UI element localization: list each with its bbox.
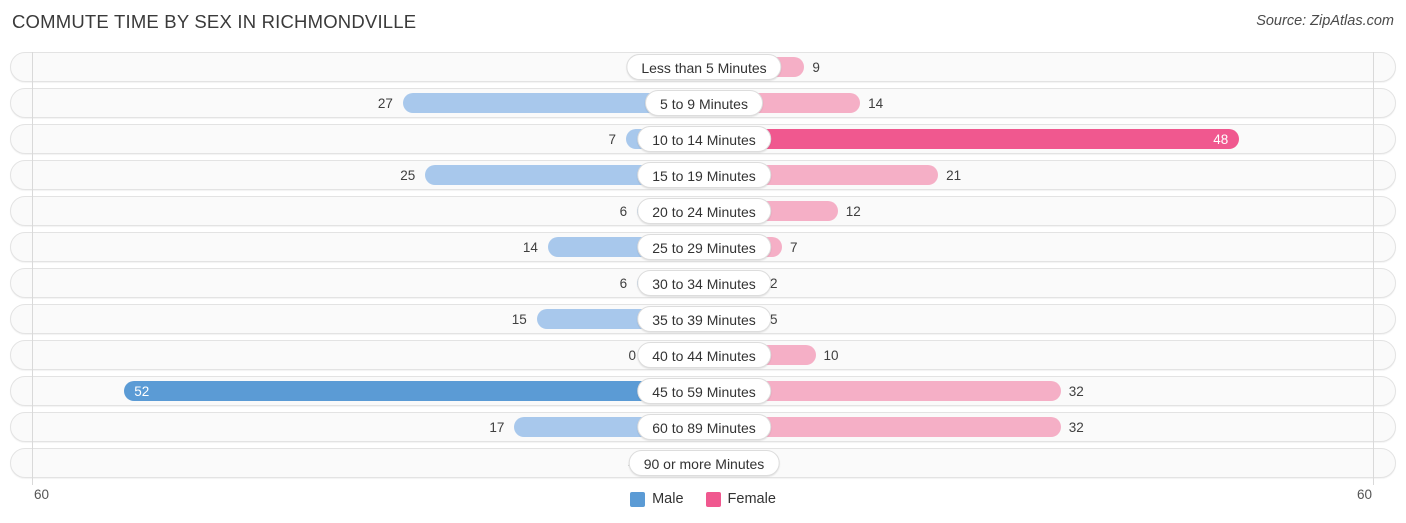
bar-value-male: 7	[608, 132, 616, 147]
chart-row-inner: 25 21 15 to 19 Minutes	[11, 161, 1395, 189]
chart-row: 6 2 30 to 34 Minutes	[10, 268, 1396, 298]
bar-value-male: 25	[400, 168, 416, 183]
bar-female	[704, 129, 1240, 149]
chart-row-inner: 27 14 5 to 9 Minutes	[11, 89, 1395, 117]
chart-header: COMMUTE TIME BY SEX IN RICHMONDVILLE Sou…	[0, 0, 1406, 45]
legend-label: Female	[727, 491, 776, 507]
source-attribution: Source: ZipAtlas.com	[1256, 13, 1394, 29]
bar-value-female: 7	[790, 240, 798, 255]
chart-row: 6 12 20 to 24 Minutes	[10, 196, 1396, 226]
axis-line-left	[32, 52, 33, 485]
chart-plot-area: 09Less than 5 Minutes27145 to 9 Minutes7…	[10, 52, 1396, 485]
chart-row-inner: 14 7 25 to 29 Minutes	[11, 233, 1395, 261]
axis-line-right	[1373, 52, 1374, 485]
category-label: 35 to 39 Minutes	[637, 306, 771, 332]
chart-row: 4090 or more Minutes	[10, 448, 1396, 478]
category-label: 15 to 19 Minutes	[637, 162, 771, 188]
chart-legend: Male Female	[10, 491, 1396, 507]
chart-row-inner: 52 32 45 to 59 Minutes	[11, 377, 1395, 405]
legend-swatch-icon	[705, 491, 721, 507]
category-label: 45 to 59 Minutes	[637, 378, 771, 404]
page-title: COMMUTE TIME BY SEX IN RICHMONDVILLE	[12, 11, 417, 32]
legend-item[interactable]: Female	[705, 491, 776, 507]
bar-value-female: 2	[770, 276, 778, 291]
chart-row: 0 10 40 to 44 Minutes	[10, 340, 1396, 370]
category-label: 60 to 89 Minutes	[637, 414, 771, 440]
bar-male	[124, 381, 704, 401]
bar-value-female: 48	[1213, 132, 1229, 147]
legend-swatch-icon	[630, 491, 646, 507]
legend-label: Male	[652, 491, 684, 507]
bar-value-male: 6	[619, 276, 628, 291]
chart-row-inner: 7 48 10 to 14 Minutes	[11, 125, 1395, 153]
bar-value-male: 27	[377, 96, 393, 111]
chart-row: 14 7 25 to 29 Minutes	[10, 232, 1396, 262]
chart-row: 27 14 5 to 9 Minutes	[10, 88, 1396, 118]
bar-value-female: 10	[823, 348, 839, 363]
bar-value-female: 32	[1068, 384, 1084, 399]
category-label: 25 to 29 Minutes	[637, 234, 771, 260]
chart-row-inner: 0 10 40 to 44 Minutes	[11, 341, 1395, 369]
bar-value-female: 32	[1068, 420, 1084, 435]
category-label: 90 or more Minutes	[628, 450, 780, 476]
chart-row-inner: 09Less than 5 Minutes	[11, 53, 1395, 81]
bar-value-female: 5	[770, 312, 778, 327]
bar-value-female: 9	[812, 60, 820, 75]
chart-row: 15 5 35 to 39 Minutes	[10, 304, 1396, 334]
bar-value-female: 12	[845, 204, 861, 219]
bar-value-male: 0	[628, 348, 636, 363]
chart-row: 52 32 45 to 59 Minutes	[10, 376, 1396, 406]
chart-row: 09Less than 5 Minutes	[10, 52, 1396, 82]
bar-value-female: 14	[868, 96, 884, 111]
bar-value-male: 6	[619, 204, 628, 219]
category-label: Less than 5 Minutes	[626, 54, 782, 80]
category-label: 30 to 34 Minutes	[637, 270, 771, 296]
chart-row: 25 21 15 to 19 Minutes	[10, 160, 1396, 190]
chart-row-inner: 6 12 20 to 24 Minutes	[11, 197, 1395, 225]
bar-value-male: 15	[511, 312, 527, 327]
category-label: 5 to 9 Minutes	[645, 90, 763, 116]
chart-row-inner: 15 5 35 to 39 Minutes	[11, 305, 1395, 333]
chart-row: 7 48 10 to 14 Minutes	[10, 124, 1396, 154]
category-label: 10 to 14 Minutes	[637, 126, 771, 152]
chart-row-inner: 4090 or more Minutes	[11, 449, 1395, 477]
bar-value-male: 52	[134, 384, 150, 399]
bar-value-male: 17	[489, 420, 505, 435]
bar-value-female: 21	[946, 168, 962, 183]
category-label: 20 to 24 Minutes	[637, 198, 771, 224]
category-label: 40 to 44 Minutes	[637, 342, 771, 368]
chart-row: 17 32 60 to 89 Minutes	[10, 412, 1396, 442]
bar-value-male: 14	[522, 240, 538, 255]
chart-row-inner: 6 2 30 to 34 Minutes	[11, 269, 1395, 297]
legend-item[interactable]: Male	[630, 491, 684, 507]
commute-time-chart: COMMUTE TIME BY SEX IN RICHMONDVILLE Sou…	[0, 0, 1406, 523]
chart-row-inner: 17 32 60 to 89 Minutes	[11, 413, 1395, 441]
chart-footer: 60 60 Male Female	[10, 485, 1396, 521]
